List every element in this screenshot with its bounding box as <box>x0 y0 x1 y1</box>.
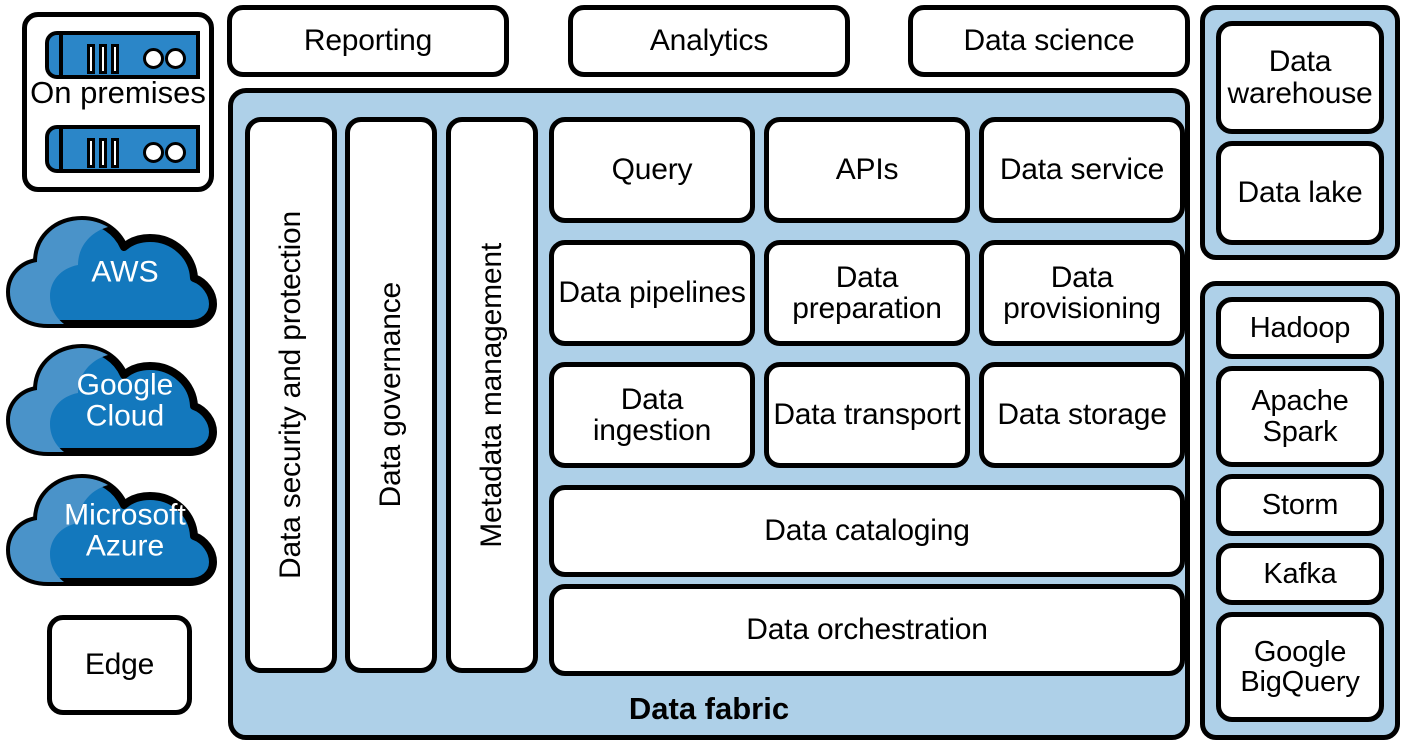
data-fabric-title: Data fabric <box>628 691 790 726</box>
tech-card-label: Apache Spark <box>1251 385 1349 448</box>
grid-card-data-pipelines[interactable]: Data pipelines <box>549 240 755 346</box>
wide-bar-label: Data cataloging <box>764 514 970 548</box>
grid-card-label: Data provisioning <box>1003 260 1161 325</box>
grid-card-label: APIs <box>835 153 899 187</box>
tech-card-label: Storm <box>1261 488 1339 521</box>
grid-card-label: Data preparation <box>792 260 942 325</box>
top-card-label: Data science <box>963 24 1135 58</box>
tech-card-google-bigquery[interactable]: Google BigQuery <box>1216 612 1384 722</box>
data-fabric-container: Data security and protection Data govern… <box>228 88 1190 740</box>
storage-group-container: Data warehouse Data lake <box>1200 5 1400 260</box>
grid-card-label: Data transport <box>773 398 961 432</box>
grid-card-data-ingestion[interactable]: Data ingestion <box>549 362 755 468</box>
tech-card-hadoop[interactable]: Hadoop <box>1216 297 1384 359</box>
tech-card-label: Google BigQuery <box>1240 635 1360 698</box>
grid-card-data-provisioning[interactable]: Data provisioning <box>979 240 1185 346</box>
on-premises-card[interactable]: On premises <box>22 12 214 192</box>
storage-card-data-warehouse[interactable]: Data warehouse <box>1216 21 1384 134</box>
cloud-aws[interactable]: AWS <box>4 214 220 330</box>
top-card-data-science[interactable]: Data science <box>908 5 1190 77</box>
grid-card-data-storage[interactable]: Data storage <box>979 362 1185 468</box>
storage-card-label: Data lake <box>1237 176 1363 210</box>
pillar-label: Data security and protection <box>274 211 308 579</box>
cloud-microsoft-azure[interactable]: Microsoft Azure <box>4 472 220 588</box>
grid-card-label: Data pipelines <box>558 276 746 310</box>
pillar-data-security-and-protection[interactable]: Data security and protection <box>245 117 337 673</box>
top-card-analytics[interactable]: Analytics <box>568 5 850 77</box>
storage-card-label: Data warehouse <box>1227 45 1373 110</box>
wide-bar-label: Data orchestration <box>746 613 988 647</box>
grid-card-label: Data service <box>999 153 1165 187</box>
grid-card-query[interactable]: Query <box>549 117 755 223</box>
tech-card-kafka[interactable]: Kafka <box>1216 543 1384 605</box>
grid-card-data-preparation[interactable]: Data preparation <box>764 240 970 346</box>
tech-card-storm[interactable]: Storm <box>1216 474 1384 536</box>
tech-card-apache-spark[interactable]: Apache Spark <box>1216 366 1384 467</box>
wide-bar-data-cataloging[interactable]: Data cataloging <box>549 485 1185 577</box>
data-fabric-diagram: On premises AWS Google Cloud Microsoft A… <box>0 0 1404 745</box>
pillar-label: Metadata management <box>475 242 509 548</box>
pillar-label: Data governance <box>374 282 408 508</box>
grid-card-label: Data storage <box>997 398 1167 432</box>
grid-card-apis[interactable]: APIs <box>764 117 970 223</box>
tech-card-label: Kafka <box>1263 557 1337 590</box>
pillar-metadata-management[interactable]: Metadata management <box>446 117 538 673</box>
edge-card[interactable]: Edge <box>47 615 192 715</box>
server-rack-icon <box>45 125 200 173</box>
top-card-label: Reporting <box>303 24 433 58</box>
tech-card-label: Hadoop <box>1249 311 1351 344</box>
edge-label: Edge <box>84 648 155 682</box>
storage-card-data-lake[interactable]: Data lake <box>1216 141 1384 245</box>
technology-group-container: Hadoop Apache Spark Storm Kafka Google B… <box>1200 281 1400 740</box>
server-rack-icon <box>45 31 200 79</box>
cloud-google-cloud[interactable]: Google Cloud <box>4 342 220 458</box>
cloud-label: Google Cloud <box>76 368 174 433</box>
grid-card-data-service[interactable]: Data service <box>979 117 1185 223</box>
top-card-reporting[interactable]: Reporting <box>227 5 509 77</box>
top-card-label: Analytics <box>649 24 769 58</box>
wide-bar-data-orchestration[interactable]: Data orchestration <box>549 584 1185 676</box>
pillar-data-governance[interactable]: Data governance <box>345 117 437 673</box>
grid-card-label: Data ingestion <box>592 382 712 447</box>
on-premises-label: On premises <box>30 75 206 110</box>
grid-card-data-transport[interactable]: Data transport <box>764 362 970 468</box>
cloud-label: AWS <box>91 255 159 289</box>
cloud-label: Microsoft Azure <box>64 498 186 563</box>
grid-card-label: Query <box>611 153 693 187</box>
